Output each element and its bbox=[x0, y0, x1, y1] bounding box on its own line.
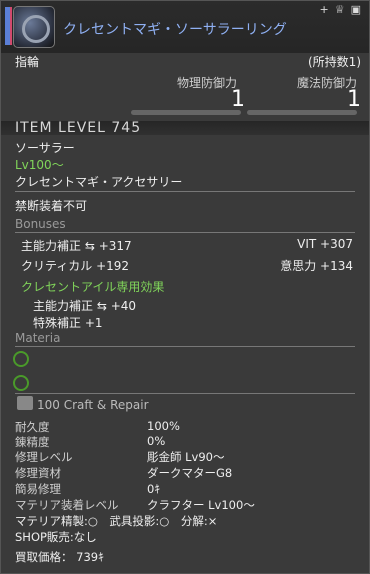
shop-sell: SHOP販売:なし bbox=[15, 530, 97, 544]
crescent-main-label: 主能力補正 bbox=[33, 299, 94, 313]
divider bbox=[15, 232, 355, 233]
crescent-main: 主能力補正 ⇆ +40 bbox=[33, 297, 136, 314]
phys-def-value: 1 bbox=[231, 87, 245, 112]
bonus-main-label: 主能力補正 bbox=[21, 239, 82, 253]
item-level-bar: ITEM LEVEL 745 bbox=[1, 120, 369, 136]
restriction: 禁断装着不可 bbox=[15, 199, 88, 213]
info-value: クラフター Lv100〜 bbox=[147, 498, 255, 512]
plus-icon[interactable]: + bbox=[320, 3, 329, 16]
owned-count: (所持数1) bbox=[308, 55, 361, 69]
level-req: Lv100〜 bbox=[15, 158, 64, 172]
materia-slot[interactable] bbox=[13, 375, 29, 391]
phys-def-label: 物理防御力 bbox=[177, 76, 238, 90]
arrows-icon: ⇆ bbox=[96, 299, 107, 313]
materia-slot[interactable] bbox=[13, 351, 29, 367]
phys-def-bar bbox=[131, 110, 241, 115]
item-tooltip: クレセントマギ・ソーサラーリング + ♕ ▣ 指輪 (所持数1) 物理防御力 魔… bbox=[0, 0, 370, 574]
bonus-main: 主能力補正 ⇆ +317 bbox=[21, 237, 132, 254]
equip-slot: 指輪 bbox=[15, 55, 40, 69]
info-value: 0ｷ bbox=[147, 482, 161, 496]
craft-title: 100 Craft & Repair bbox=[37, 398, 149, 412]
bonus-vit: VIT +307 bbox=[297, 237, 353, 251]
bonus-main-value: +317 bbox=[98, 239, 132, 253]
info-key: 修理資材 bbox=[15, 466, 61, 480]
info-value: 0% bbox=[147, 434, 166, 448]
divider bbox=[15, 346, 355, 347]
item-level: ITEM LEVEL 745 bbox=[15, 120, 142, 136]
crescent-title: クレセントアイル専用効果 bbox=[21, 280, 165, 294]
job-name: ソーサラー bbox=[15, 141, 75, 155]
info-key: 錬精度 bbox=[15, 435, 50, 449]
divider bbox=[15, 191, 355, 192]
info-key: 簡易修理 bbox=[15, 482, 61, 496]
bonus-will: 意思力 +134 bbox=[280, 259, 353, 273]
info-key: マテリア装着レベル bbox=[15, 498, 119, 512]
arrows-icon: ⇆ bbox=[84, 239, 95, 253]
item-name: クレセントマギ・ソーサラーリング bbox=[63, 22, 287, 38]
materia-melding-line: マテリア精製:○ 武具投影:○ 分解:× bbox=[15, 514, 218, 528]
info-key: 耐久度 bbox=[15, 420, 50, 434]
mag-def-bar bbox=[247, 110, 357, 115]
info-value: 彫金師 Lv90〜 bbox=[147, 450, 225, 464]
bonuses-title: Bonuses bbox=[15, 217, 66, 231]
bonus-crit: クリティカル +192 bbox=[21, 259, 130, 273]
item-category: クレセントマギ・アクセサリー bbox=[15, 175, 183, 189]
tooltip-header: クレセントマギ・ソーサラーリング + ♕ ▣ bbox=[1, 1, 369, 53]
window-icon[interactable]: ▣ bbox=[351, 3, 361, 16]
crescent-special: 特殊補正 +1 bbox=[33, 316, 103, 330]
divider bbox=[15, 393, 355, 394]
info-value: ダークマターG8 bbox=[147, 466, 233, 480]
top-icons: + ♕ ▣ bbox=[320, 3, 362, 16]
sell-price: 買取価格： 739ｷ bbox=[15, 550, 104, 564]
info-value: 100% bbox=[147, 419, 180, 433]
crescent-main-value: +40 bbox=[110, 299, 137, 313]
materia-title: Materia bbox=[15, 331, 61, 345]
item-icon bbox=[13, 6, 55, 48]
craft-icon bbox=[17, 396, 33, 410]
rarity-color-bar bbox=[10, 7, 12, 45]
info-key: 修理レベル bbox=[15, 450, 73, 464]
ring-icon bbox=[22, 15, 50, 43]
crown-icon[interactable]: ♕ bbox=[335, 3, 345, 16]
mag-def-value: 1 bbox=[347, 87, 361, 112]
